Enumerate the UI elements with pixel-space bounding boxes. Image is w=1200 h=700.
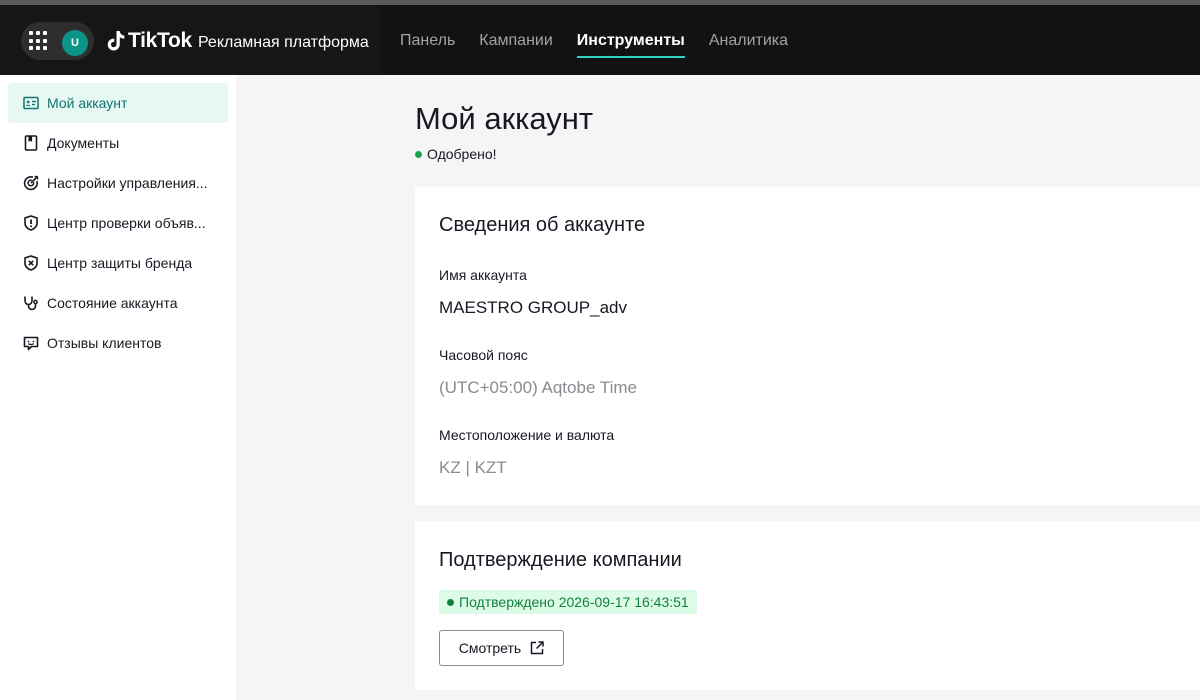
- timezone-label: Часовой пояс: [439, 347, 528, 363]
- sidebar-item-my-account[interactable]: Мой аккаунт: [8, 83, 228, 123]
- location-currency-value: KZ | KZT: [439, 458, 507, 477]
- target-settings-icon: [22, 174, 40, 192]
- avatar[interactable]: U: [62, 30, 88, 56]
- sidebar-item-account-health[interactable]: Состояние аккаунта: [8, 283, 228, 323]
- sidebar-item-label: Настройки управления...: [47, 175, 208, 191]
- view-button-label: Смотреть: [458, 640, 522, 656]
- feedback-icon: [22, 334, 40, 352]
- company-verification-card: Подтверждение компании Подтверждено 2026…: [415, 521, 1200, 690]
- stethoscope-icon: [22, 294, 40, 312]
- status-text: Одобрено!: [427, 146, 497, 162]
- logo-wordmark: TikTok: [128, 29, 192, 52]
- nav-tools[interactable]: Инструменты: [576, 5, 685, 75]
- sidebar-item-documents[interactable]: Документы: [8, 123, 228, 163]
- sidebar-item-ad-review-center[interactable]: Центр проверки объяв...: [8, 203, 228, 243]
- top-navigation-bar: U TikTok Рекламная платформа Панель Камп…: [0, 5, 1200, 75]
- sidebar: Мой аккаунт Документы Настройки управлен…: [0, 75, 236, 700]
- account-name-value: MAESTRO GROUP_adv: [439, 298, 627, 317]
- main-content: Мой аккаунт Одобрено! Сведения об аккаун…: [236, 75, 1200, 700]
- brand-area: U TikTok Рекламная платформа: [0, 5, 380, 75]
- nav-campaigns[interactable]: Кампании: [479, 5, 553, 75]
- nav-analytics[interactable]: Аналитика: [709, 5, 788, 75]
- sidebar-item-label: Документы: [47, 135, 120, 151]
- document-icon: [22, 134, 40, 152]
- apps-grid-icon[interactable]: [29, 31, 49, 51]
- status-dot: [415, 150, 422, 158]
- status-badge-text: Подтверждено 2026-09-17 16:43:51: [459, 594, 689, 610]
- account-switcher[interactable]: U: [21, 22, 94, 60]
- main-nav: Панель Кампании Инструменты Аналитика: [400, 5, 812, 75]
- tiktok-logo[interactable]: TikTok Рекламная платформа: [106, 29, 369, 53]
- sidebar-item-label: Состояние аккаунта: [47, 295, 178, 311]
- sidebar-item-customer-feedback[interactable]: Отзывы клиентов: [8, 323, 228, 363]
- sidebar-item-label: Центр защиты бренда: [47, 255, 193, 271]
- status-badge: Подтверждено 2026-09-17 16:43:51: [439, 590, 697, 614]
- external-link-icon: [530, 641, 544, 655]
- account-card-icon: [22, 94, 40, 112]
- sidebar-item-label: Отзывы клиентов: [47, 335, 162, 351]
- sidebar-item-management-settings[interactable]: Настройки управления...: [8, 163, 228, 203]
- sidebar-item-label: Мой аккаунт: [47, 95, 128, 111]
- status-dot: [447, 598, 454, 606]
- location-currency-label: Местоположение и валюта: [439, 427, 615, 443]
- shield-check-icon: [22, 214, 40, 232]
- card-title: Сведения об аккаунте: [439, 214, 646, 236]
- timezone-value: (UTC+05:00) Aqtobe Time: [439, 378, 637, 397]
- shield-x-icon: [22, 254, 40, 272]
- nav-dashboard[interactable]: Панель: [400, 5, 455, 75]
- account-status: Одобрено!: [415, 146, 497, 162]
- tiktok-note-icon: [107, 31, 125, 51]
- logo-subtitle: Рекламная платформа: [197, 34, 369, 51]
- card-title: Подтверждение компании: [439, 549, 682, 571]
- account-name-label: Имя аккаунта: [439, 267, 527, 283]
- sidebar-item-label: Центр проверки объяв...: [47, 215, 206, 231]
- account-info-card: Сведения об аккаунте Имя аккаунта MAESTR…: [415, 187, 1200, 505]
- page-title: Мой аккаунт: [415, 101, 594, 136]
- sidebar-item-brand-protection[interactable]: Центр защиты бренда: [8, 243, 228, 283]
- view-button[interactable]: Смотреть: [439, 630, 564, 666]
